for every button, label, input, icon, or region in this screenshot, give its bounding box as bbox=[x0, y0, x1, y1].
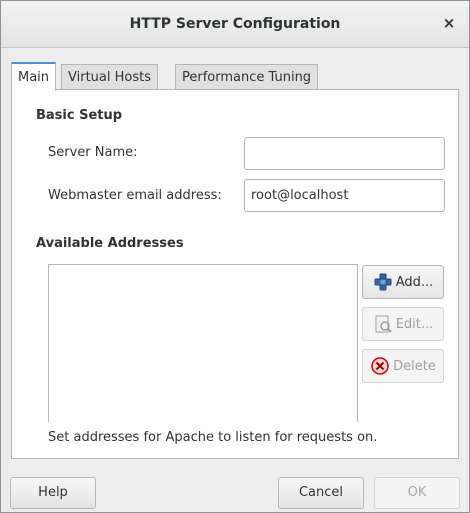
webmaster-email-field[interactable] bbox=[244, 179, 445, 212]
edit-button-label: Edit... bbox=[395, 316, 434, 332]
add-button-label: Add... bbox=[395, 274, 434, 290]
delete-button-label: Delete bbox=[393, 358, 436, 374]
addresses-hint: Set addresses for Apache to listen for r… bbox=[48, 430, 378, 445]
tab-virtual-hosts[interactable]: Virtual Hosts bbox=[61, 64, 158, 90]
main-tab-panel: Basic Setup Server Name: Webmaster email… bbox=[11, 89, 459, 459]
dialog-window: HTTP Server Configuration × Main Virtual… bbox=[0, 0, 470, 513]
edit-icon bbox=[373, 314, 393, 334]
help-button[interactable]: Help bbox=[10, 477, 96, 509]
delete-address-button[interactable]: Delete bbox=[362, 349, 444, 383]
tab-performance-tuning[interactable]: Performance Tuning bbox=[175, 64, 319, 90]
server-name-label: Server Name: bbox=[48, 145, 138, 160]
delete-icon bbox=[370, 356, 390, 376]
window-title: HTTP Server Configuration bbox=[129, 16, 341, 32]
basic-setup-heading: Basic Setup bbox=[36, 108, 123, 123]
close-icon[interactable]: × bbox=[441, 14, 457, 32]
add-icon bbox=[373, 272, 393, 292]
dialog-footer: Help Cancel OK bbox=[1, 459, 469, 512]
available-addresses-heading: Available Addresses bbox=[36, 236, 184, 251]
ok-button[interactable]: OK bbox=[374, 477, 460, 509]
webmaster-email-label: Webmaster email address: bbox=[48, 188, 222, 203]
cancel-button[interactable]: Cancel bbox=[278, 477, 364, 509]
title-bar: HTTP Server Configuration × bbox=[1, 1, 469, 48]
addresses-list[interactable] bbox=[48, 264, 358, 422]
add-address-button[interactable]: Add... bbox=[362, 265, 444, 299]
server-name-field[interactable] bbox=[244, 137, 445, 170]
tab-main[interactable]: Main bbox=[11, 62, 57, 91]
edit-address-button[interactable]: Edit... bbox=[362, 307, 444, 341]
